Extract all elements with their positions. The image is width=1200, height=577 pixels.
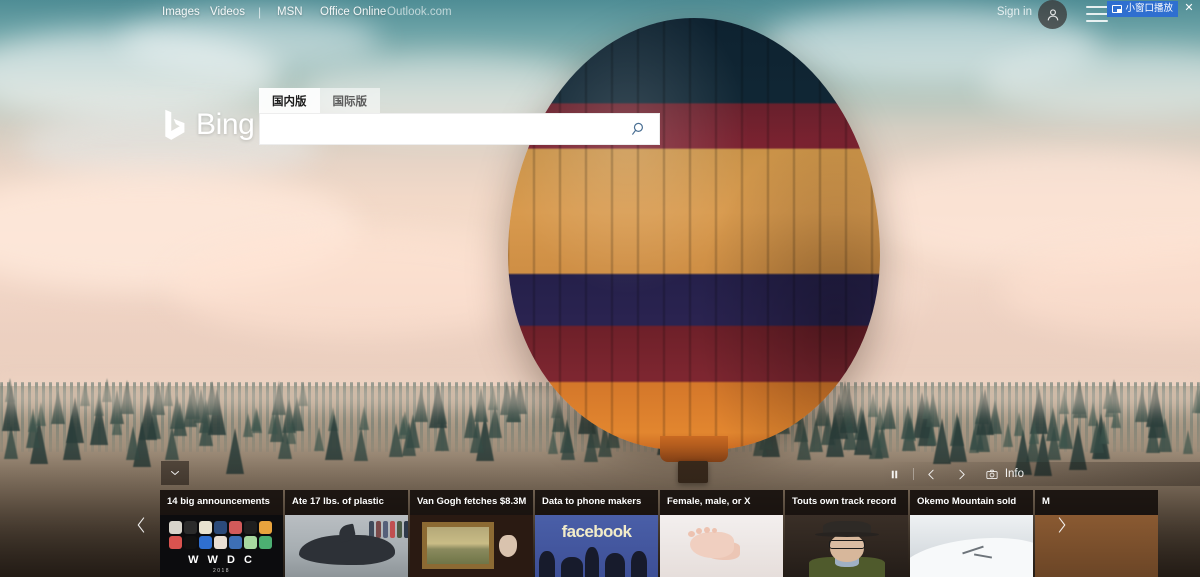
news-card-thumbnail xyxy=(285,515,408,577)
pip-label: 小窗口播放 xyxy=(1125,3,1173,15)
person-icon xyxy=(1047,8,1058,20)
news-prev-button[interactable] xyxy=(124,505,158,545)
balloon-envelope xyxy=(508,18,880,450)
news-card-thumbnail: W W D C 2018 xyxy=(160,515,283,577)
camera-icon xyxy=(986,469,998,479)
chevron-down-icon xyxy=(171,471,179,475)
news-card-thumbnail: facebook xyxy=(535,515,658,577)
control-divider xyxy=(912,468,914,480)
nav-divider: | xyxy=(258,5,262,19)
news-card[interactable]: Ate 17 lbs. of plastic xyxy=(285,490,408,577)
news-card[interactable]: Touts own track record xyxy=(785,490,908,577)
nav-office-online[interactable]: Office Online xyxy=(320,6,386,18)
search-tab-1[interactable]: 国际版 xyxy=(319,88,380,113)
nav-images[interactable]: Images xyxy=(162,6,200,18)
search-area: 国内版 国际版 xyxy=(259,88,660,145)
image-info-button[interactable]: Info xyxy=(977,462,1032,486)
facebook-wordmark: facebook xyxy=(561,522,632,541)
next-image-button[interactable] xyxy=(947,462,977,486)
news-card-title: Data to phone makers xyxy=(542,496,642,508)
news-card-title: 14 big announcements xyxy=(167,496,270,508)
info-label: Info xyxy=(1004,468,1024,480)
collapse-news-strip-button[interactable] xyxy=(161,461,189,485)
search-version-tabs: 国内版 国际版 xyxy=(259,88,660,113)
image-control-bar: Info xyxy=(879,462,1200,486)
picture-in-picture-badge[interactable]: 小窗口播放 xyxy=(1107,1,1178,17)
chevron-right-icon xyxy=(1058,517,1065,533)
pause-button[interactable] xyxy=(880,462,910,486)
previous-image-button[interactable] xyxy=(917,462,947,486)
wwdc-wordmark: W W D C xyxy=(188,554,255,566)
pip-icon xyxy=(1112,5,1123,13)
pause-icon xyxy=(892,470,898,478)
wwdc-year: 2018 xyxy=(212,568,231,574)
news-card-title: Van Gogh fetches $8.3M xyxy=(417,496,527,508)
news-card[interactable]: Okemo Mountain sold xyxy=(910,490,1033,577)
news-card-title: Female, male, or X xyxy=(667,496,751,508)
chevron-right-icon xyxy=(959,469,965,479)
news-card[interactable]: 14 big announcements W W D C 2018 xyxy=(160,490,283,577)
search-button[interactable] xyxy=(619,114,659,144)
news-card-thumbnail xyxy=(660,515,783,577)
news-card-title: Okemo Mountain sold xyxy=(917,496,1017,508)
pip-close-icon[interactable]: ✕ xyxy=(1182,1,1196,15)
news-carousel: 14 big announcements W W D C 2018 Ate 17 lb… xyxy=(0,490,1200,577)
news-next-button[interactable] xyxy=(1044,505,1078,545)
bing-wordmark: Bing xyxy=(196,108,255,141)
search-input[interactable] xyxy=(260,114,619,144)
search-icon xyxy=(631,122,643,135)
bing-homepage: Images Videos MSN Office Online Outlook.com … xyxy=(0,0,1200,577)
nav-outlook[interactable]: Outlook.com xyxy=(387,6,452,18)
tree xyxy=(1002,423,1013,448)
news-card[interactable]: Female, male, or X xyxy=(660,490,783,577)
bing-b-icon xyxy=(165,109,185,140)
news-card-thumbnail xyxy=(785,515,908,577)
bing-logo[interactable]: Bing xyxy=(162,108,255,142)
tree xyxy=(1029,420,1040,445)
chevron-left-icon xyxy=(928,469,934,479)
news-card[interactable]: Van Gogh fetches $8.3M xyxy=(410,490,533,577)
avatar[interactable] xyxy=(1038,0,1067,29)
search-tab-0[interactable]: 国内版 xyxy=(259,88,320,113)
nav-msn[interactable]: MSN xyxy=(277,6,303,18)
hamburger-menu-icon[interactable] xyxy=(1086,6,1108,22)
news-card-title: Touts own track record xyxy=(792,496,897,508)
top-navigation-bar: Images Videos MSN Office Online Outlook.com … xyxy=(0,0,1200,29)
news-card-thumbnail xyxy=(410,515,533,577)
search-box[interactable] xyxy=(259,113,660,145)
news-card-thumbnail xyxy=(910,515,1033,577)
nav-videos[interactable]: Videos xyxy=(210,6,245,18)
news-card[interactable]: Data to phone makers facebook xyxy=(535,490,658,577)
news-card-title: Ate 17 lbs. of plastic xyxy=(292,496,384,508)
tree xyxy=(1057,423,1068,448)
chevron-left-icon xyxy=(137,517,144,533)
sign-in-link[interactable]: Sign in xyxy=(997,6,1032,18)
